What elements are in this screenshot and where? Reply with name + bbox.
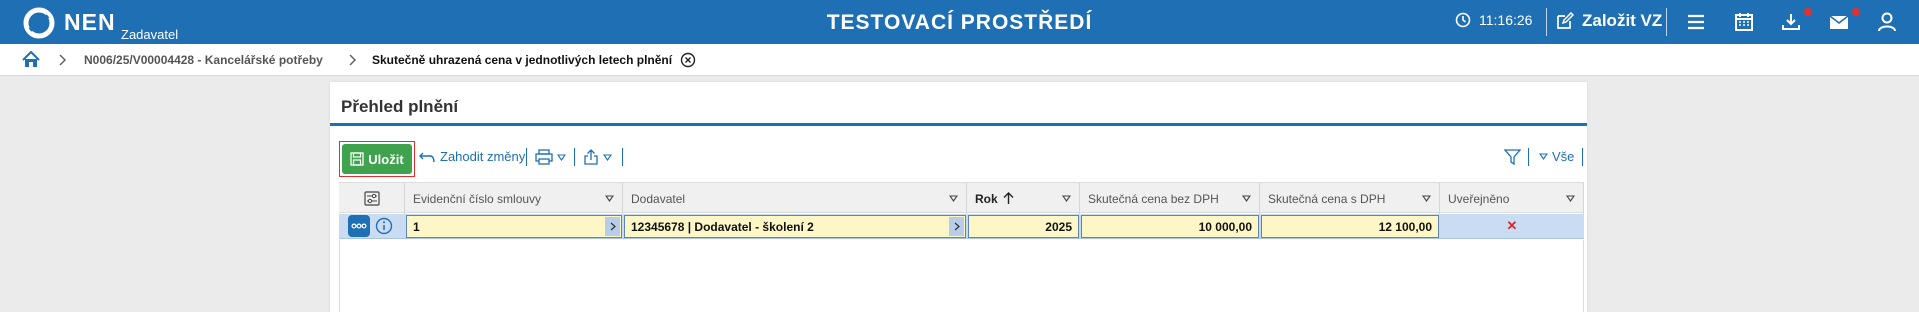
- column-settings-cell: [339, 183, 405, 214]
- filter-all-dropdown[interactable]: Vše: [1539, 149, 1574, 164]
- export-menu-button[interactable]: [583, 149, 612, 165]
- supplier-lookup-button[interactable]: [949, 217, 964, 236]
- discard-changes-label: Zahodit změny: [440, 149, 526, 164]
- logo-text[interactable]: NEN: [64, 9, 116, 36]
- nen-logo-icon[interactable]: [22, 6, 56, 40]
- discard-changes-button[interactable]: Zahodit změny: [418, 149, 525, 164]
- year-value: 2025: [1045, 220, 1072, 234]
- column-header-price-without-vat[interactable]: Skutečná cena bez DPH: [1080, 183, 1260, 214]
- download-notification-badge: [1804, 8, 1812, 16]
- user-icon[interactable]: [1876, 11, 1898, 33]
- chevron-right-icon: [954, 222, 960, 231]
- create-tender-label: Založit VZ: [1582, 11, 1663, 30]
- published-status-cross-icon: ✕: [1506, 218, 1518, 233]
- column-header-year[interactable]: Rok: [967, 183, 1080, 214]
- price-without-vat-cell[interactable]: 10 000,00: [1081, 215, 1259, 238]
- column-header-supplier[interactable]: Dodavatel: [623, 183, 967, 214]
- toolbar-divider: [1528, 148, 1529, 166]
- mail-icon[interactable]: [1828, 11, 1850, 33]
- divider: [1546, 8, 1547, 36]
- download-icon[interactable]: [1780, 11, 1802, 33]
- filter-all-label: Vše: [1552, 149, 1575, 164]
- grid-empty-area: [339, 240, 1584, 312]
- chevron-right-icon: [610, 222, 616, 231]
- column-filter-icon[interactable]: [605, 195, 614, 202]
- save-button[interactable]: Uložit: [342, 144, 412, 174]
- column-header-published[interactable]: Uveřejněno: [1440, 183, 1584, 214]
- dropdown-triangle-icon: [603, 153, 612, 161]
- undo-icon: [419, 152, 435, 162]
- column-header-price-with-vat[interactable]: Skutečná cena s DPH: [1260, 183, 1440, 214]
- filter-button[interactable]: [1504, 149, 1521, 165]
- chevron-right-icon: [349, 54, 357, 66]
- column-header-label: Skutečná cena bez DPH: [1088, 192, 1219, 206]
- toolbar-divider: [526, 148, 527, 166]
- column-filter-icon[interactable]: [1566, 195, 1575, 202]
- calendar-icon[interactable]: [1733, 11, 1755, 33]
- toolbar-divider: [1582, 148, 1583, 166]
- price-with-vat-value: 12 100,00: [1378, 220, 1432, 234]
- column-header-label: Dodavatel: [631, 192, 686, 206]
- toolbar-divider: [574, 148, 575, 166]
- dropdown-triangle-icon: [557, 153, 566, 161]
- sort-ascending-icon: [1003, 192, 1014, 204]
- info-icon[interactable]: [375, 217, 393, 235]
- toolbar-divider: [622, 148, 623, 166]
- column-header-label: Skutečná cena s DPH: [1268, 192, 1386, 206]
- breadcrumb-item-tender[interactable]: N006/25/V00004428 - Kancelářské potřeby: [84, 53, 323, 67]
- table-row[interactable]: 1 12345678 | Dodavatel - školení 2 2025 …: [339, 214, 1584, 239]
- column-header-label: Uveřejněno: [1448, 192, 1510, 206]
- contract-number-value: 1: [413, 220, 420, 234]
- column-filter-icon[interactable]: [1242, 195, 1251, 202]
- filter-funnel-icon: [1504, 149, 1521, 165]
- clock-time: 11:16:26: [1479, 12, 1533, 28]
- column-header-contract-no[interactable]: Evidenční číslo smlouvy: [405, 183, 623, 214]
- print-menu-button[interactable]: [535, 149, 566, 165]
- panel-title: Přehled plnění: [341, 97, 459, 116]
- session-clock: 11:16:26: [1455, 12, 1532, 28]
- edit-icon: [1557, 12, 1574, 29]
- column-filter-icon[interactable]: [1062, 195, 1071, 202]
- chevron-right-icon: [59, 54, 67, 66]
- clock-icon: [1455, 12, 1471, 28]
- row-actions-icon[interactable]: [348, 215, 370, 237]
- create-tender-button[interactable]: Založit VZ: [1556, 11, 1662, 31]
- home-icon[interactable]: [22, 51, 40, 68]
- panel-title-underline: [330, 123, 1587, 126]
- grid-header: Evidenční číslo smlouvy Dodavatel Rok Sk…: [339, 182, 1584, 214]
- save-button-label: Uložit: [368, 151, 404, 167]
- column-header-label: Evidenční číslo smlouvy: [413, 192, 542, 206]
- dropdown-triangle-icon: [1539, 153, 1548, 160]
- floppy-disk-icon: [350, 152, 364, 166]
- column-settings-icon[interactable]: [364, 191, 380, 206]
- column-filter-icon[interactable]: [1422, 195, 1431, 202]
- supplier-cell[interactable]: 12345678 | Dodavatel - školení 2: [624, 215, 966, 238]
- printer-icon: [535, 149, 553, 165]
- breadcrumb: N006/25/V00004428 - Kancelářské potřeby …: [0, 44, 1919, 76]
- year-cell[interactable]: 2025: [968, 215, 1079, 238]
- top-bar: NEN Zadavatel TESTOVACÍ PROSTŘEDÍ 11:16:…: [0, 0, 1919, 44]
- contract-lookup-button[interactable]: [605, 217, 620, 236]
- menu-icon[interactable]: [1685, 11, 1707, 33]
- overview-panel: Přehled plnění Uložit Zahodit změny Vše …: [330, 82, 1587, 312]
- column-filter-icon[interactable]: [949, 195, 958, 202]
- divider: [1666, 8, 1667, 36]
- breadcrumb-item-current: Skutečně uhrazená cena v jednotlivých le…: [372, 53, 673, 67]
- price-with-vat-cell[interactable]: 12 100,00: [1261, 215, 1439, 238]
- logo-subtitle: Zadavatel: [121, 27, 179, 42]
- contract-number-cell[interactable]: 1: [406, 215, 622, 238]
- column-header-label: Rok: [975, 192, 998, 206]
- price-without-vat-value: 10 000,00: [1198, 220, 1252, 234]
- close-icon[interactable]: [680, 52, 696, 68]
- supplier-value: 12345678 | Dodavatel - školení 2: [631, 220, 814, 234]
- share-export-icon: [584, 149, 598, 165]
- mail-notification-badge: [1852, 8, 1860, 16]
